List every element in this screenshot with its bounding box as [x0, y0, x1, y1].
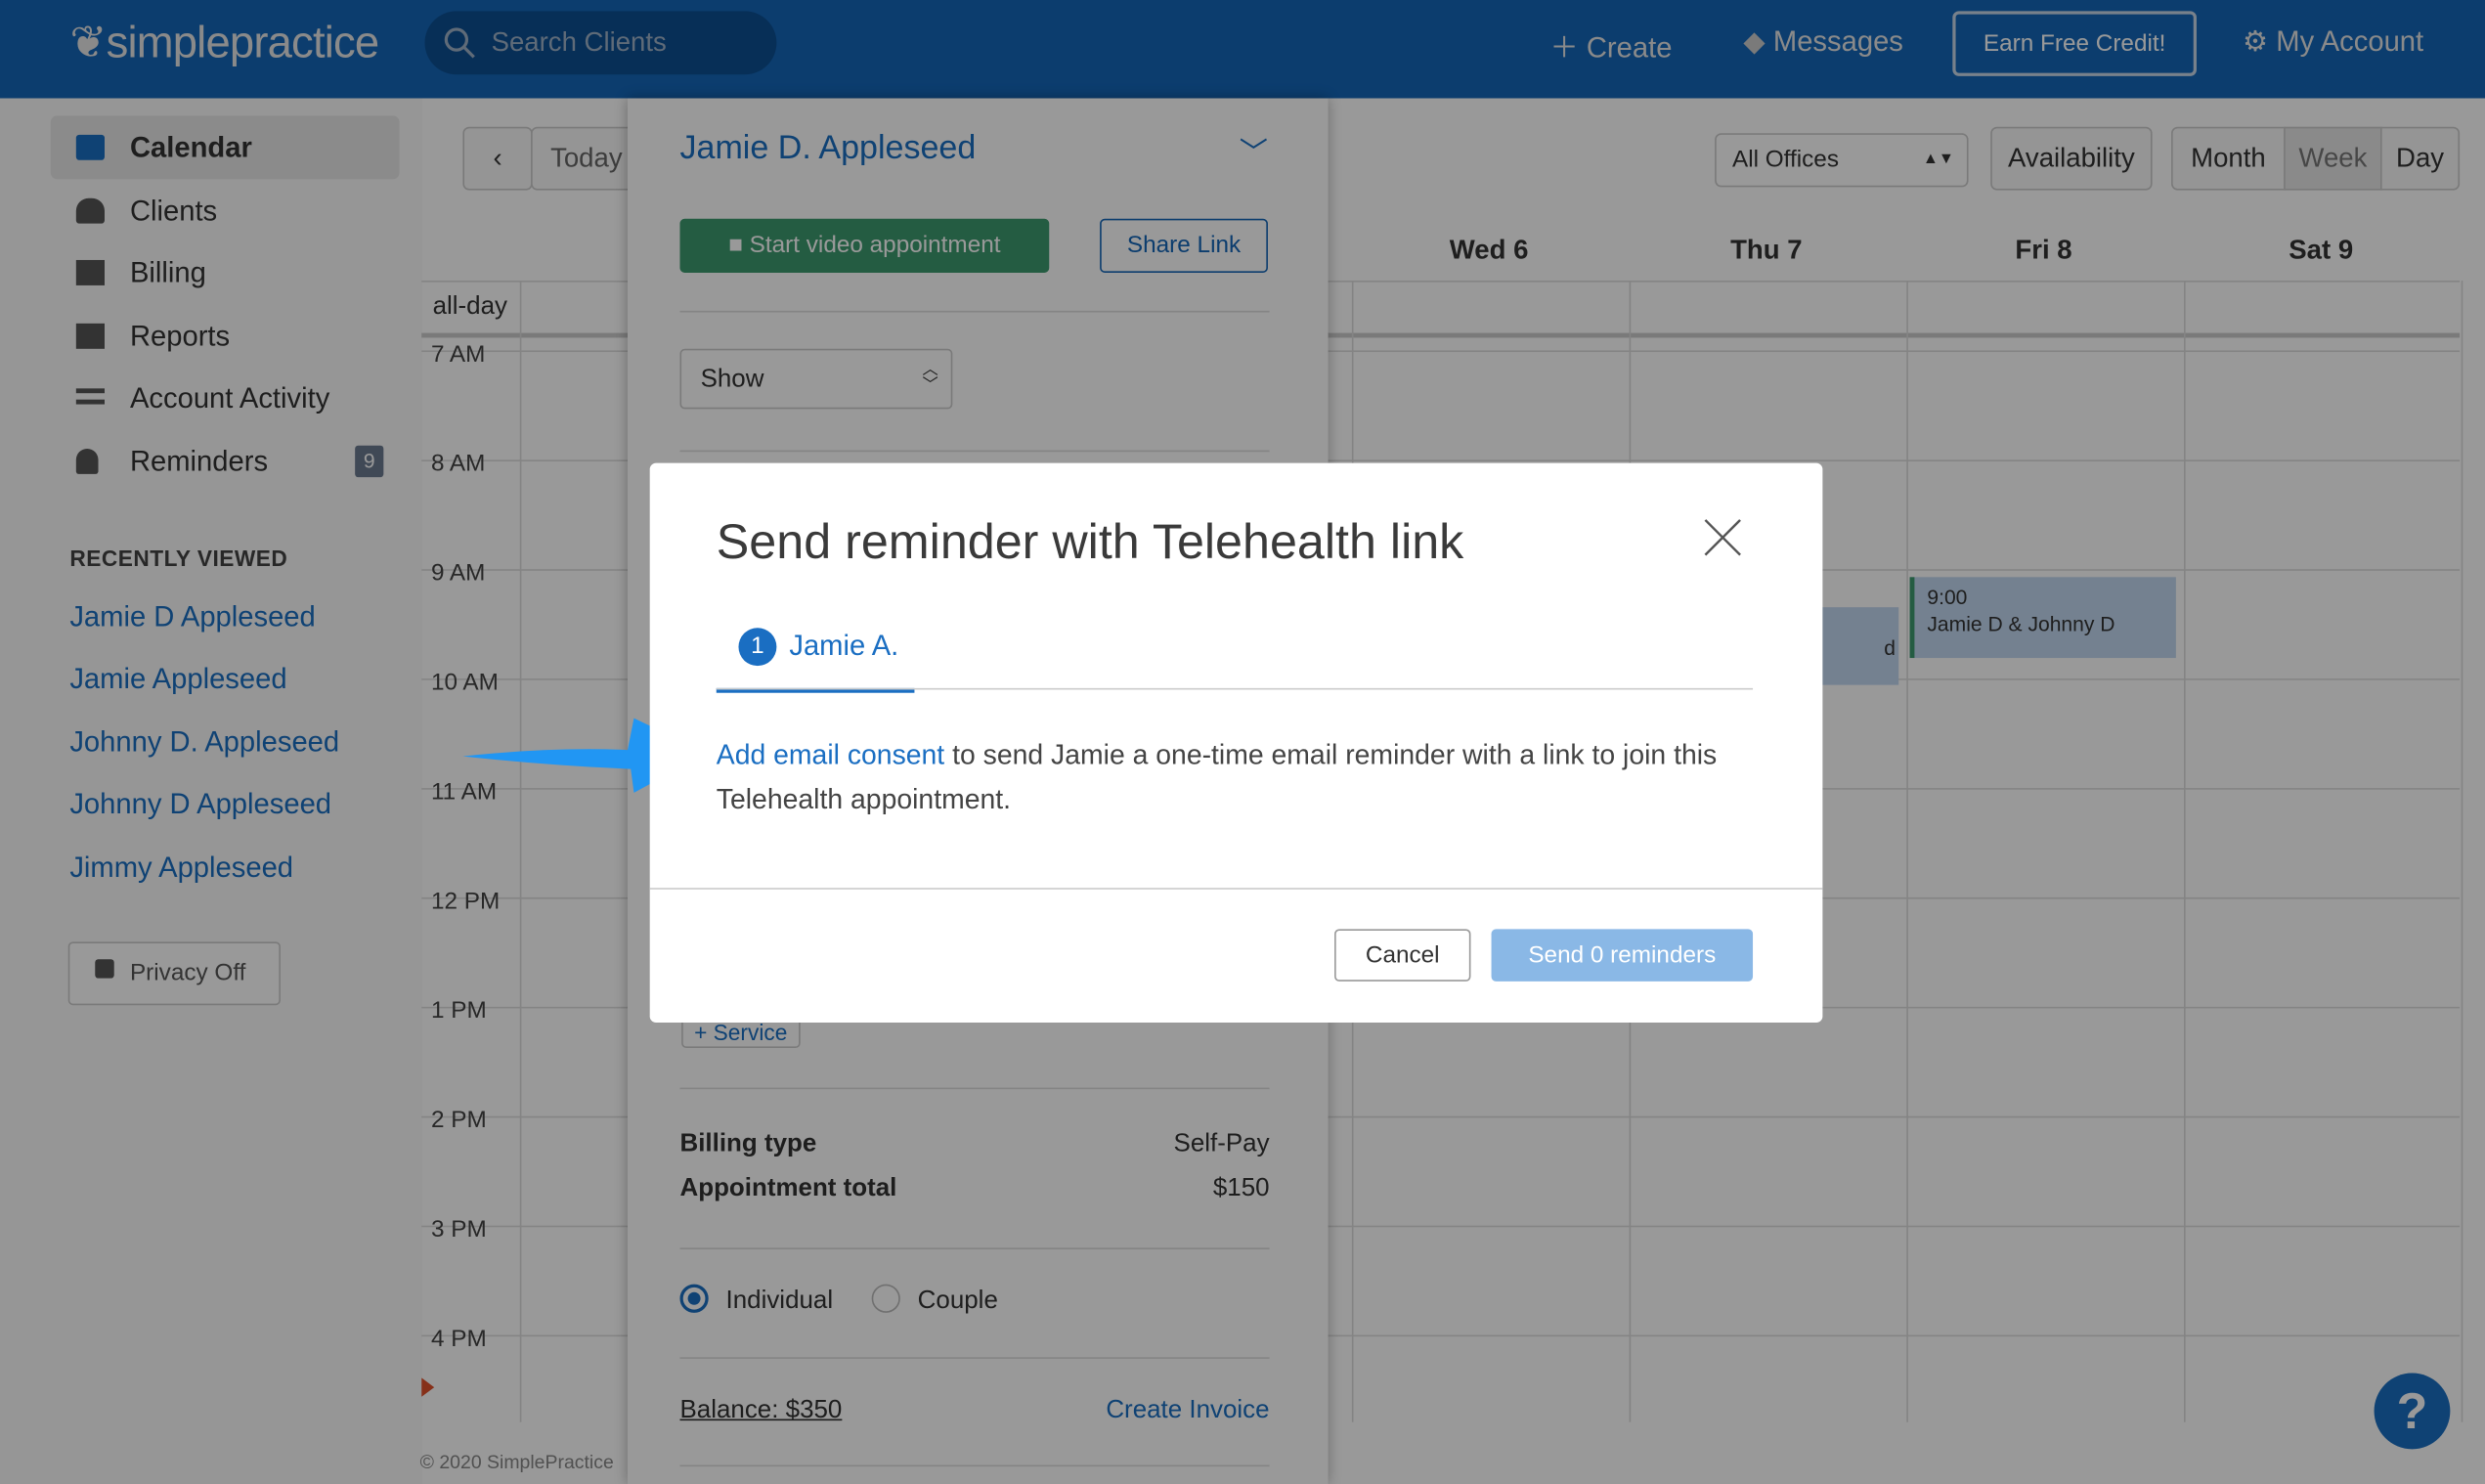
modal-title: Send reminder with Telehealth link — [716, 513, 1464, 570]
tab-jamie[interactable]: 1 Jamie A. — [716, 615, 915, 693]
cancel-button[interactable]: Cancel — [1334, 929, 1471, 982]
tab-number-badge: 1 — [738, 628, 777, 667]
tab-label: Jamie A. — [789, 629, 899, 662]
send-reminders-button[interactable]: Send 0 reminders — [1491, 929, 1754, 982]
reminder-modal: Send reminder with Telehealth link 1 Jam… — [649, 462, 1823, 1024]
modal-message: Add email consent to send Jamie a one-ti… — [716, 738, 1718, 815]
add-email-consent-link[interactable]: Add email consent — [717, 739, 944, 770]
close-icon[interactable] — [1704, 518, 1742, 556]
